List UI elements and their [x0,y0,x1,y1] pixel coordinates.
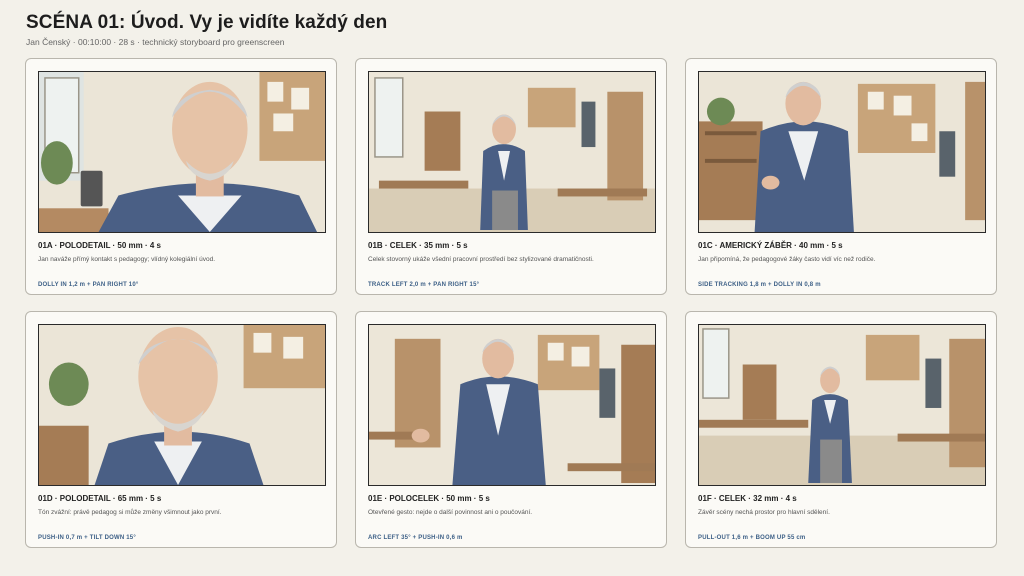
storyboard-panel[interactable]: 01C · AMERICKÝ ZÁBĚR · 40 mm · 5 s Jan p… [685,58,997,295]
panel-illustration [38,71,326,233]
page-subtitle: Jan Čenský · 00:10:00 · 28 s · technický… [26,37,285,47]
storyboard-panel[interactable]: 01F · CELEK · 32 mm · 4 s Závěr scény ne… [685,311,997,548]
camera-move: PUSH-IN 0,7 m + TILT DOWN 15° [38,535,136,541]
camera-move: PULL-OUT 1,6 m + BOOM UP 55 cm [698,535,806,541]
shot-spec: 01E · POLOCELEK · 50 mm · 5 s [368,494,490,503]
shot-description: Závěr scény nechá prostor pro hlavní sdě… [698,509,830,516]
storyboard-panel[interactable]: 01A · POLODETAIL · 50 mm · 4 s Jan naváž… [25,58,337,295]
shot-description: Jan naváže přímý kontakt s pedagogy; vlí… [38,256,216,263]
panel-illustration [38,324,326,486]
panel-illustration [698,324,986,486]
shot-spec: 01F · CELEK · 32 mm · 4 s [698,494,797,503]
shot-description: Celek stovorný ukáže všední pracovní pro… [368,256,594,263]
shot-spec: 01B · CELEK · 35 mm · 5 s [368,241,468,250]
shot-description: Otevřené gesto: nejde o další povinnost … [368,509,533,516]
page-title: SCÉNA 01: Úvod. Vy je vidíte každý den [26,12,388,33]
panel-illustration [698,71,986,233]
shot-spec: 01C · AMERICKÝ ZÁBĚR · 40 mm · 5 s [698,241,843,250]
camera-move: DOLLY IN 1,2 m + PAN RIGHT 10° [38,282,139,288]
storyboard-panel[interactable]: 01D · POLODETAIL · 65 mm · 5 s Tón zvážn… [25,311,337,548]
panel-illustration [368,324,656,486]
camera-move: TRACK LEFT 2,0 m + PAN RIGHT 15° [368,282,480,288]
panel-illustration [368,71,656,233]
shot-description: Jan připomíná, že pedagogové žáky často … [698,256,876,263]
camera-move: SIDE TRACKING 1,8 m + DOLLY IN 0,8 m [698,282,821,288]
page-header: SCÉNA 01: Úvod. Vy je vidíte každý den J… [26,12,387,47]
shot-description: Tón zvážní: právě pedagog si může změny … [38,509,222,516]
camera-move: ARC LEFT 35° + PUSH-IN 0,6 m [368,535,463,541]
storyboard-panel[interactable]: 01B · CELEK · 35 mm · 5 s Celek stovorný… [355,58,667,295]
shot-spec: 01A · POLODETAIL · 50 mm · 4 s [38,241,161,250]
shot-spec: 01D · POLODETAIL · 65 mm · 5 s [38,494,162,503]
storyboard-panel[interactable]: 01E · POLOCELEK · 50 mm · 5 s Otevřené g… [355,311,667,548]
